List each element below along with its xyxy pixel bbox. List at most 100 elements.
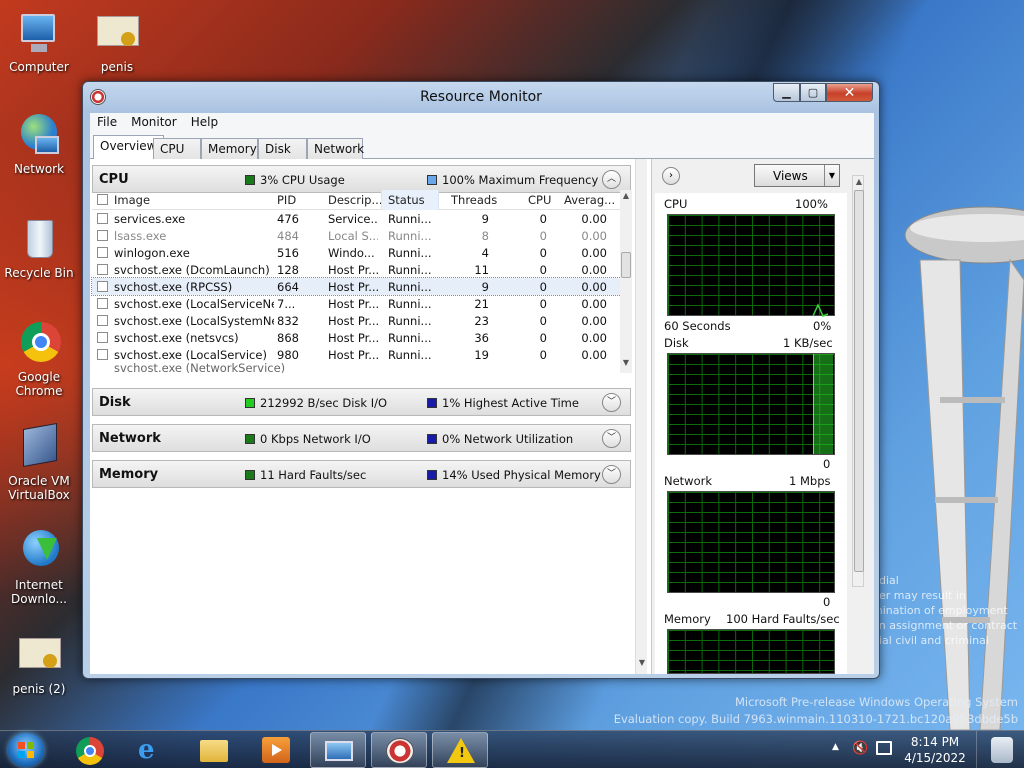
desktop-icon-google-chrome[interactable]: Google Chrome: [0, 320, 78, 398]
cpu-table-scrollbar[interactable]: ▲ ▼: [620, 190, 632, 373]
cell-cpu: 0: [539, 280, 547, 294]
network-section-header[interactable]: Network 0 Kbps Network I/O 0% Network Ut…: [92, 424, 631, 452]
cpu-process-rows: services.exe 476 Service... Runni... 9 0 0.00 l…: [91, 210, 624, 363]
scroll-up-icon[interactable]: ▲: [620, 191, 632, 205]
disk-section-header[interactable]: Disk 212992 B/sec Disk I/O 1% Highest Ac…: [92, 388, 631, 416]
overview-scrollbar[interactable]: ▼: [635, 159, 647, 674]
taskbar-internet-explorer[interactable]: e: [124, 732, 180, 768]
close-button[interactable]: ✕: [826, 83, 873, 102]
disk-section-title: Disk: [99, 395, 131, 410]
graphs-scroll-thumb[interactable]: [854, 190, 864, 572]
disk-active-swatch: [427, 398, 437, 408]
table-row[interactable]: winlogon.exe 516 Windo... Runni... 4 0 0.00: [92, 244, 623, 261]
network-tray-icon[interactable]: [876, 741, 892, 755]
computer-icon: [15, 10, 63, 58]
table-row[interactable]: services.exe 476 Service... Runni... 9 0 0.00: [92, 210, 623, 227]
table-row[interactable]: svchost.exe (netsvcs) 868 Host Pr... Runni.…: [92, 329, 623, 346]
taskbar-explorer[interactable]: [186, 732, 242, 768]
dropdown-arrow-icon[interactable]: ▼: [824, 165, 839, 186]
table-row[interactable]: svchost.exe (DcomLaunch) 128 Host Pr... Run…: [92, 261, 623, 278]
desktop-icon-recycle-bin[interactable]: Recycle Bin: [0, 216, 78, 280]
disk-graph-label: Disk: [664, 336, 689, 350]
toggle-graphs-button[interactable]: ›: [662, 167, 680, 185]
scroll-down-icon[interactable]: ▼: [636, 658, 648, 672]
show-hidden-icons[interactable]: ▲: [832, 742, 839, 752]
tab-cpu[interactable]: CPU: [153, 138, 201, 159]
graphs-scrollbar[interactable]: ▲: [852, 175, 864, 587]
col-cpu[interactable]: CPU: [528, 193, 551, 207]
cell-threads: 36: [474, 331, 489, 345]
row-checkbox[interactable]: [97, 264, 108, 275]
volume-muted-icon[interactable]: 🔇: [852, 741, 868, 756]
start-button[interactable]: [8, 733, 44, 767]
user-icon: [991, 737, 1013, 763]
cpu-usage-indicator: 3% CPU Usage: [245, 173, 345, 187]
scroll-thumb[interactable]: [621, 252, 631, 278]
taskbar-remote-app[interactable]: [310, 732, 366, 768]
desktop-icon-computer[interactable]: Computer: [0, 10, 78, 74]
collapse-cpu-button[interactable]: ︿: [602, 170, 621, 189]
title-bar[interactable]: Resource Monitor ▁ ▢ ✕: [83, 82, 879, 112]
expand-disk-button[interactable]: ﹀: [602, 393, 621, 412]
row-checkbox[interactable]: [97, 315, 108, 326]
select-all-checkbox[interactable]: [97, 194, 108, 205]
desktop-icon-penis[interactable]: penis: [78, 10, 156, 74]
row-checkbox[interactable]: [97, 230, 108, 241]
minimize-button[interactable]: ▁: [773, 83, 800, 102]
cell-desc: Host Pr...: [328, 297, 378, 311]
disk-graph-activity: [813, 354, 833, 454]
clock[interactable]: 8:14 PM 4/15/2022: [900, 734, 970, 766]
menu-monitor[interactable]: Monitor: [124, 113, 184, 133]
col-threads[interactable]: Threads: [451, 193, 497, 207]
menu-file[interactable]: File: [90, 113, 124, 133]
cell-desc: Host Pr...: [328, 280, 378, 294]
row-checkbox[interactable]: [97, 247, 108, 258]
taskbar-media-player[interactable]: [248, 732, 304, 768]
col-description[interactable]: Descrip...: [328, 193, 382, 207]
taskbar-warning-app[interactable]: !: [432, 732, 488, 768]
col-pid[interactable]: PID: [277, 193, 296, 207]
monitor-icon: [325, 741, 353, 761]
col-image[interactable]: Image: [114, 193, 150, 207]
desktop-icon-virtualbox[interactable]: Oracle VM VirtualBox: [0, 423, 78, 502]
row-checkbox[interactable]: [97, 298, 108, 309]
tab-network[interactable]: Network: [307, 138, 364, 159]
col-status[interactable]: Status: [381, 190, 439, 210]
table-row[interactable]: svchost.exe (LocalServiceNet...7... Host …: [92, 295, 623, 312]
taskbar-resource-monitor[interactable]: [371, 732, 427, 768]
desktop-icon-internet-download[interactable]: Internet Downlo...: [0, 528, 78, 606]
menu-help[interactable]: Help: [184, 113, 225, 133]
cell-threads: 8: [481, 229, 489, 243]
show-desktop-button[interactable]: [976, 731, 1024, 768]
scroll-up-icon[interactable]: ▲: [853, 177, 865, 191]
row-checkbox[interactable]: [97, 213, 108, 224]
cpu-section-title: CPU: [99, 172, 129, 187]
cell-threads: 4: [481, 246, 489, 260]
taskbar-chrome[interactable]: [62, 732, 118, 768]
tab-memory[interactable]: Memory: [201, 138, 258, 159]
memory-section-header[interactable]: Memory 11 Hard Faults/sec 14% Used Physi…: [92, 460, 631, 488]
row-checkbox[interactable]: [97, 281, 108, 292]
views-dropdown[interactable]: Views ▼: [754, 164, 840, 187]
chevron-down-icon: ﹀: [606, 397, 616, 407]
col-average[interactable]: Averag...: [564, 193, 615, 207]
scroll-down-icon[interactable]: ▼: [620, 358, 632, 372]
tab-disk[interactable]: Disk: [258, 138, 307, 159]
table-row[interactable]: lsass.exe 484 Local S... Runni... 8 0 0.00: [92, 227, 623, 244]
table-row[interactable]: svchost.exe (RPCSS) 664 Host Pr... Runni...…: [91, 277, 624, 296]
resource-monitor-window: Resource Monitor ▁ ▢ ✕ File Monitor Help…: [82, 81, 880, 679]
maximize-button[interactable]: ▢: [800, 83, 826, 102]
table-row[interactable]: svchost.exe (LocalSystemNet...832 Host Pr…: [92, 312, 623, 329]
desktop-icon-network[interactable]: Network: [0, 112, 78, 176]
row-checkbox[interactable]: [97, 349, 108, 360]
cpu-usage-swatch: [245, 175, 255, 185]
expand-network-button[interactable]: ﹀: [602, 429, 621, 448]
table-row[interactable]: svchost.exe (LocalService) 980 Host Pr... R…: [92, 346, 623, 363]
cpu-section-header[interactable]: CPU 3% CPU Usage 100% Maximum Frequency …: [92, 165, 631, 193]
expand-memory-button[interactable]: ﹀: [602, 465, 621, 484]
desktop-icon-penis-2[interactable]: penis (2): [0, 632, 78, 696]
row-checkbox[interactable]: [97, 332, 108, 343]
cell-avg: 0.00: [581, 229, 607, 243]
table-header: Image PID Descrip... Status Threads CPU …: [92, 190, 623, 210]
chevron-down-icon: ﹀: [606, 469, 616, 479]
